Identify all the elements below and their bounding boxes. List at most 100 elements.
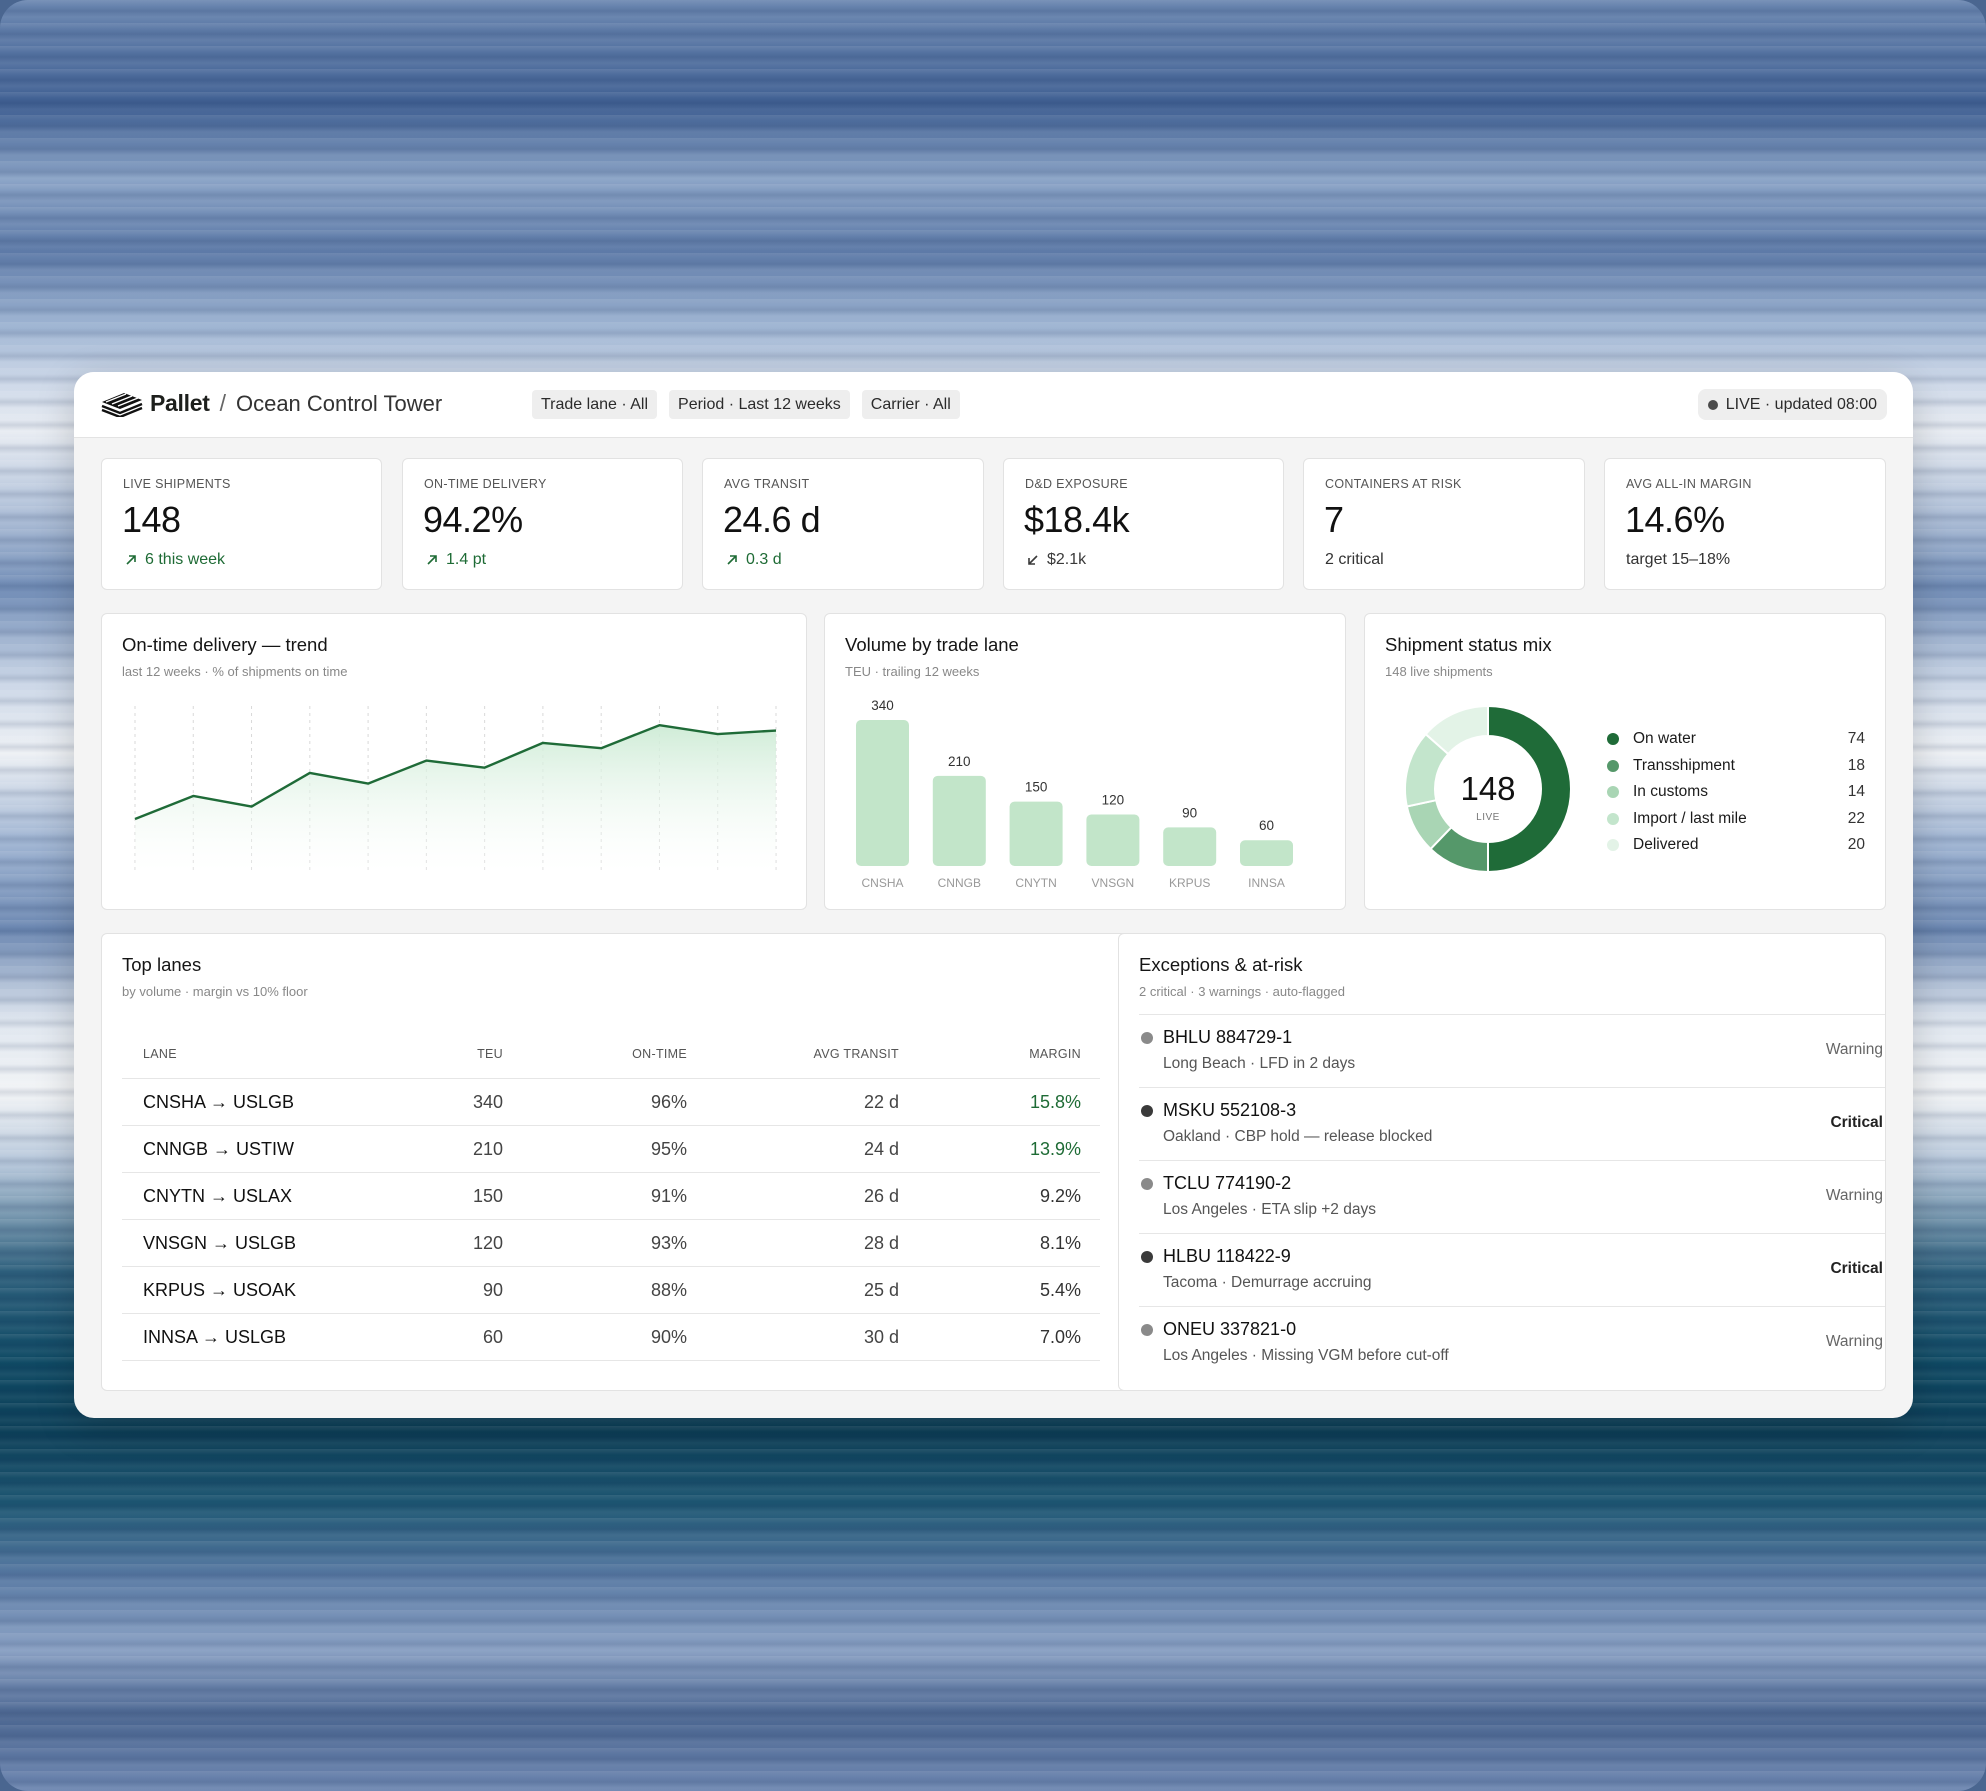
top-bar: Pallet / Ocean Control Tower Trade lane … — [74, 372, 1913, 438]
column-header-on-time[interactable]: ON-TIME — [503, 1047, 687, 1061]
cell-teu: 60 — [482, 1326, 503, 1347]
table-row[interactable]: INNSA → USLGB 60 90% 30 d 7.0% — [122, 1314, 1100, 1361]
filter-trade-lane[interactable]: Trade lane · All — [532, 390, 658, 419]
legend-item: In customs 14 — [1607, 779, 1865, 806]
legend-label: Import / last mile — [1633, 809, 1747, 827]
on-time-line-chart — [130, 706, 781, 872]
cell-on-time: 90% — [650, 1326, 687, 1347]
kpi-card-avg-margin[interactable]: AVG ALL-IN MARGIN 14.6% target 15–18% — [1604, 458, 1886, 590]
kpi-delta: 2 critical — [1325, 551, 1384, 569]
volume-bar-chart: 340 CNSHA 210 CNNGB 150 CNYTN 120 VNSGN 90 KRPUS 6… — [856, 698, 1293, 890]
legend-label: Delivered — [1633, 836, 1699, 854]
card-title: Top lanes — [122, 954, 202, 975]
legend-label: In customs — [1633, 783, 1708, 801]
cell-on-time: 96% — [650, 1091, 687, 1112]
cell-lane: INNSA → USLGB — [143, 1326, 287, 1347]
line-point[interactable] — [596, 743, 606, 753]
kpi-delta: 1.4 pt — [424, 551, 486, 569]
kpi-delta: target 15–18% — [1626, 551, 1730, 569]
line-point[interactable] — [713, 729, 723, 739]
kpi-label: ON-TIME DELIVERY — [424, 477, 547, 491]
top-lanes-table: LANE TEU ON-TIME AVG TRANSIT MARGIN CNSH… — [122, 1030, 1100, 1361]
exception-item[interactable]: TCLU 774190-2 Los Angeles · ETA slip +2 … — [1139, 1160, 1885, 1233]
line-point[interactable] — [363, 779, 373, 789]
line-point[interactable] — [305, 768, 315, 778]
card-title: Exceptions & at-risk — [1139, 954, 1303, 975]
top-lanes-card: Top lanes by volume · margin vs 10% floo… — [101, 933, 1173, 1391]
line-point[interactable] — [538, 738, 548, 748]
table-row[interactable]: CNNGB → USTIW 210 95% 24 d 13.9% — [122, 1126, 1100, 1173]
cell-lane: VNSGN → USLGB — [143, 1232, 297, 1253]
on-time-trend-card: On-time delivery — trend last 12 weeks ·… — [101, 613, 807, 910]
kpi-card-avg-transit[interactable]: AVG TRANSIT 24.6 d 0.3 d — [702, 458, 984, 590]
cell-teu: 340 — [472, 1091, 503, 1112]
bar-krpus[interactable] — [1163, 827, 1217, 866]
table-row[interactable]: CNYTN → USLAX 150 91% 26 d 9.2% — [122, 1173, 1100, 1220]
kpi-card-on-time-delivery[interactable]: ON-TIME DELIVERY 94.2% 1.4 pt — [402, 458, 683, 590]
container-id: ONEU 337821-0 — [1163, 1319, 1297, 1339]
dashboard-window: Pallet / Ocean Control Tower Trade lane … — [74, 372, 1913, 1418]
bar-cnngb[interactable] — [932, 775, 986, 866]
bar-value-label: 90 — [1182, 805, 1197, 820]
legend-swatch — [1607, 839, 1619, 852]
line-point[interactable] — [247, 802, 257, 812]
severity-dot-icon — [1141, 1251, 1153, 1263]
bar-innsa[interactable] — [1240, 840, 1293, 866]
kpi-delta-text: $2.1k — [1047, 551, 1087, 568]
status-legend: On water 74 Transshipment 18 In customs 14 … — [1607, 726, 1865, 859]
legend-value: 14 — [1847, 783, 1865, 801]
column-header-teu[interactable]: TEU — [403, 1047, 503, 1061]
exception-item[interactable]: ONEU 337821-0 Los Angeles · Missing VGM … — [1139, 1306, 1885, 1379]
kpi-delta-text: 1.4 pt — [446, 551, 487, 568]
filter-period[interactable]: Period · Last 12 weeks — [669, 390, 850, 419]
severity-label: Critical — [1830, 1260, 1883, 1277]
bar-cnytn[interactable] — [1009, 801, 1063, 866]
container-id: MSKU 552108-3 — [1163, 1100, 1297, 1120]
kpi-value: $18.4k — [1024, 499, 1130, 540]
exception-description: Long Beach · LFD in 2 days — [1163, 1055, 1356, 1072]
donut-center-label: LIVE — [1476, 812, 1500, 823]
exception-item[interactable]: MSKU 552108-3 Oakland · CBP hold — relea… — [1139, 1087, 1885, 1160]
kpi-delta: 6 this week — [123, 551, 225, 569]
kpi-delta-text: 0.3 d — [746, 551, 782, 568]
kpi-card-containers-at-risk[interactable]: CONTAINERS AT RISK 7 2 critical — [1303, 458, 1585, 590]
brand[interactable]: Pallet / Ocean Control Tower — [100, 390, 442, 417]
cell-margin: 5.4% — [1039, 1279, 1081, 1300]
bar-value-label: 340 — [871, 698, 894, 713]
status-mix-card: Shipment status mix 148 live shipments 1… — [1364, 613, 1886, 910]
kpi-card-dd-exposure[interactable]: D&D EXPOSURE $18.4k $2.1k — [1003, 458, 1284, 590]
line-point[interactable] — [188, 791, 198, 801]
cell-teu: 210 — [472, 1138, 503, 1159]
exception-item[interactable]: HLBU 118422-9 Tacoma · Demurrage accruin… — [1139, 1233, 1885, 1306]
column-header-lane[interactable]: LANE — [143, 1047, 403, 1061]
line-point[interactable] — [771, 726, 781, 736]
line-point[interactable] — [421, 756, 431, 766]
bar-value-label: 60 — [1259, 818, 1274, 833]
table-row[interactable]: KRPUS → USOAK 90 88% 25 d 5.4% — [122, 1267, 1100, 1314]
table-row[interactable]: VNSGN → USLGB 120 93% 28 d 8.1% — [122, 1220, 1100, 1267]
container-id: TCLU 774190-2 — [1163, 1173, 1292, 1193]
volume-by-lane-card: Volume by trade lane TEU · trailing 12 w… — [824, 613, 1346, 910]
cell-lane: CNNGB → USTIW — [143, 1138, 294, 1159]
line-point[interactable] — [480, 763, 490, 773]
cell-avg-transit: 25 d — [863, 1279, 899, 1300]
exception-item[interactable]: BHLU 884729-1 Long Beach · LFD in 2 days… — [1139, 1014, 1885, 1087]
live-status-text: LIVE · updated 08:00 — [1725, 395, 1877, 413]
severity-dot-icon — [1141, 1032, 1153, 1044]
kpi-value: 24.6 d — [723, 499, 821, 540]
line-point[interactable] — [654, 720, 664, 730]
kpi-card-live-shipments[interactable]: LIVE SHIPMENTS 148 6 this week — [101, 458, 382, 590]
bar-vnsgn[interactable] — [1086, 814, 1140, 866]
kpi-label: AVG TRANSIT — [724, 477, 810, 491]
column-header-margin[interactable]: MARGIN — [899, 1047, 1081, 1061]
page-title: Ocean Control Tower — [235, 390, 443, 416]
bar-value-label: 120 — [1102, 792, 1125, 807]
column-header-avg-transit[interactable]: AVG TRANSIT — [687, 1047, 899, 1061]
cell-margin: 8.1% — [1039, 1232, 1081, 1253]
filter-carrier[interactable]: Carrier · All — [861, 390, 960, 419]
line-point[interactable] — [130, 814, 140, 824]
table-row[interactable]: CNSHA → USLGB 340 96% 22 d 15.8% — [122, 1079, 1100, 1126]
exception-description: Oakland · CBP hold — release blocked — [1163, 1128, 1433, 1145]
cell-teu: 120 — [472, 1232, 503, 1253]
bar-cnsha[interactable] — [856, 720, 909, 866]
